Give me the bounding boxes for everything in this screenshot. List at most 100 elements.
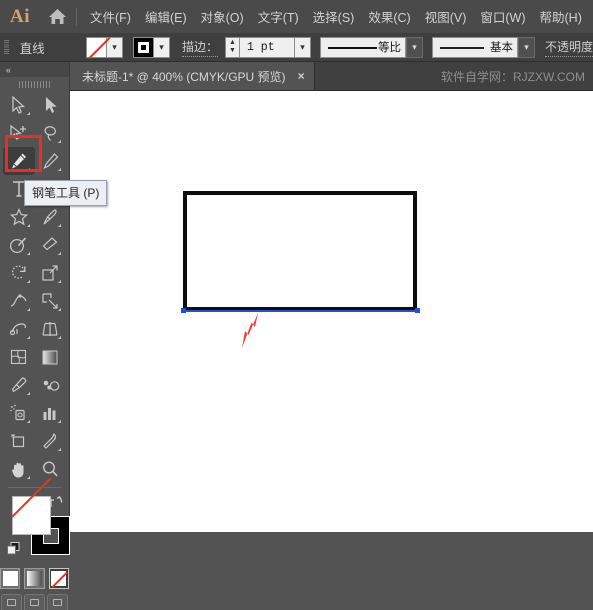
menu-bar: Ai 文件(F) 编辑(E) 对象(O) 文字(T) 选择(S) 效果(C) 视…	[0, 0, 593, 33]
control-bar: 直线 ▾ ▾ 描边： ▲ ▼ 1 pt ▾ 等比 ▾ 基本 ▾ 不透明度	[0, 33, 593, 62]
shape-tool[interactable]	[3, 203, 35, 231]
tools-panel-grip[interactable]	[0, 77, 69, 91]
tool-corner-marker	[26, 280, 30, 283]
fill-dropdown-icon[interactable]: ▾	[106, 36, 123, 58]
menu-type[interactable]: 文字(T)	[251, 3, 306, 30]
menu-window[interactable]: 窗口(W)	[473, 3, 532, 30]
brush-definition-group[interactable]: 基本 ▾	[431, 36, 535, 58]
menu-items: 文件(F) 编辑(E) 对象(O) 文字(T) 选择(S) 效果(C) 视图(V…	[83, 3, 589, 30]
magic-wand-tool[interactable]	[3, 119, 35, 147]
tool-corner-marker	[26, 336, 30, 339]
menu-divider	[76, 7, 77, 26]
tool-corner-marker	[58, 308, 61, 311]
menu-object[interactable]: 对象(O)	[194, 3, 251, 30]
symbol-sprayer-tool[interactable]	[3, 399, 35, 427]
width-profile-dropdown-icon[interactable]: ▾	[405, 36, 423, 58]
menu-select[interactable]: 选择(S)	[306, 3, 362, 30]
collapse-panel-icon[interactable]: «	[6, 65, 11, 75]
fill-indicator[interactable]	[12, 496, 51, 535]
pen-tool-tooltip: 钢笔工具 (P)	[24, 180, 108, 206]
mesh-tool[interactable]	[3, 343, 35, 371]
document-tab-bar: 未标题-1* @ 400% (CMYK/GPU 预览) × 软件自学网：RJZX…	[0, 62, 593, 91]
tools-panel: «	[0, 62, 70, 610]
document-tab-label: 未标题-1* @ 400% (CMYK/GPU 预览)	[82, 69, 286, 84]
lasso-tool[interactable]	[35, 119, 67, 147]
paint-mode-row	[0, 568, 69, 589]
menu-view[interactable]: 视图(V)	[418, 3, 474, 30]
tools-divider	[8, 487, 61, 488]
stroke-weight-dropdown-icon[interactable]: ▾	[294, 36, 311, 58]
blend-tool[interactable]	[35, 371, 67, 399]
stroke-swatch-group[interactable]: ▾	[132, 36, 170, 58]
opacity-label[interactable]: 不透明度	[544, 38, 593, 57]
tool-corner-marker	[58, 224, 61, 227]
close-icon[interactable]: ×	[298, 69, 305, 83]
fill-swatch-group[interactable]: ▾	[85, 36, 123, 58]
rectangle-path[interactable]	[183, 191, 417, 311]
hand-tool[interactable]	[3, 455, 35, 483]
artboard-tool[interactable]	[3, 427, 35, 455]
tool-corner-marker	[58, 280, 61, 283]
stroke-swatch[interactable]	[132, 36, 154, 58]
menu-file[interactable]: 文件(F)	[83, 3, 138, 30]
shape-builder-tool[interactable]	[3, 315, 35, 343]
brush-definition-dropdown-icon[interactable]: ▾	[517, 36, 535, 58]
tool-corner-marker	[58, 420, 61, 423]
eyedropper-tool[interactable]	[3, 371, 35, 399]
tool-corner-marker	[58, 168, 61, 171]
screen-mode-fullscreen[interactable]	[47, 594, 68, 610]
width-tool[interactable]	[3, 287, 35, 315]
stroke-dropdown-icon[interactable]: ▾	[153, 36, 170, 58]
stroke-weight-field-group[interactable]: ▲ ▼ 1 pt ▾	[224, 36, 311, 58]
menu-edit[interactable]: 编辑(E)	[138, 3, 194, 30]
screen-mode-fullscreen-menu[interactable]	[24, 594, 45, 610]
menu-effect[interactable]: 效果(C)	[361, 3, 417, 30]
swap-fill-stroke-icon[interactable]	[48, 495, 63, 514]
rotate-tool[interactable]	[3, 259, 35, 287]
eraser-tool[interactable]	[35, 231, 67, 259]
tool-corner-marker	[26, 392, 30, 395]
default-fill-stroke-icon[interactable]	[7, 542, 20, 560]
color-mode-button[interactable]	[0, 568, 21, 589]
width-profile-label: 等比	[377, 42, 401, 54]
control-bar-grip[interactable]	[3, 38, 11, 56]
free-transform-tool[interactable]	[35, 287, 67, 315]
stroke-weight-input[interactable]: 1 pt	[238, 36, 295, 58]
home-icon[interactable]	[40, 8, 74, 25]
fill-swatch[interactable]	[85, 36, 107, 58]
paintbrush-tool[interactable]	[35, 203, 67, 231]
anchor-point-right[interactable]	[415, 308, 420, 313]
selected-line-segment[interactable]	[182, 310, 418, 312]
fill-stroke-control	[0, 492, 70, 566]
screen-mode-normal[interactable]	[1, 594, 22, 610]
slice-tool[interactable]	[35, 427, 67, 455]
menu-help[interactable]: 帮助(H)	[533, 3, 589, 30]
anchor-point-left[interactable]	[181, 308, 186, 313]
artboard-canvas[interactable]	[70, 91, 593, 532]
document-tab[interactable]: 未标题-1* @ 400% (CMYK/GPU 预览) ×	[70, 62, 315, 90]
none-mode-button[interactable]	[48, 568, 69, 589]
tools-panel-header[interactable]: «	[0, 62, 69, 77]
stroke-weight-stepper[interactable]: ▲ ▼	[224, 36, 239, 58]
watermark-text: 软件自学网：RJZXW.COM	[441, 69, 585, 84]
width-profile-preview[interactable]: 等比	[319, 36, 406, 58]
tool-corner-marker	[26, 308, 30, 311]
curvature-tool[interactable]	[35, 147, 67, 175]
brush-definition-preview[interactable]: 基本	[431, 36, 518, 58]
direct-selection-tool[interactable]	[35, 91, 67, 119]
column-graph-tool[interactable]	[35, 399, 67, 427]
tool-corner-marker	[58, 448, 61, 451]
tool-corner-marker	[26, 224, 30, 227]
pen-tool[interactable]	[3, 147, 35, 175]
stroke-weight-label[interactable]: 描边：	[181, 38, 218, 57]
gradient-tool[interactable]	[35, 343, 67, 371]
selection-tool[interactable]	[3, 91, 35, 119]
shaper-tool[interactable]	[3, 231, 35, 259]
app-logo: Ai	[10, 5, 30, 27]
scale-tool[interactable]	[35, 259, 67, 287]
tool-corner-marker	[26, 168, 30, 171]
tool-corner-marker	[26, 420, 30, 423]
gradient-mode-button[interactable]	[24, 568, 45, 589]
width-profile-group[interactable]: 等比 ▾	[319, 36, 423, 58]
perspective-grid-tool[interactable]	[35, 315, 67, 343]
